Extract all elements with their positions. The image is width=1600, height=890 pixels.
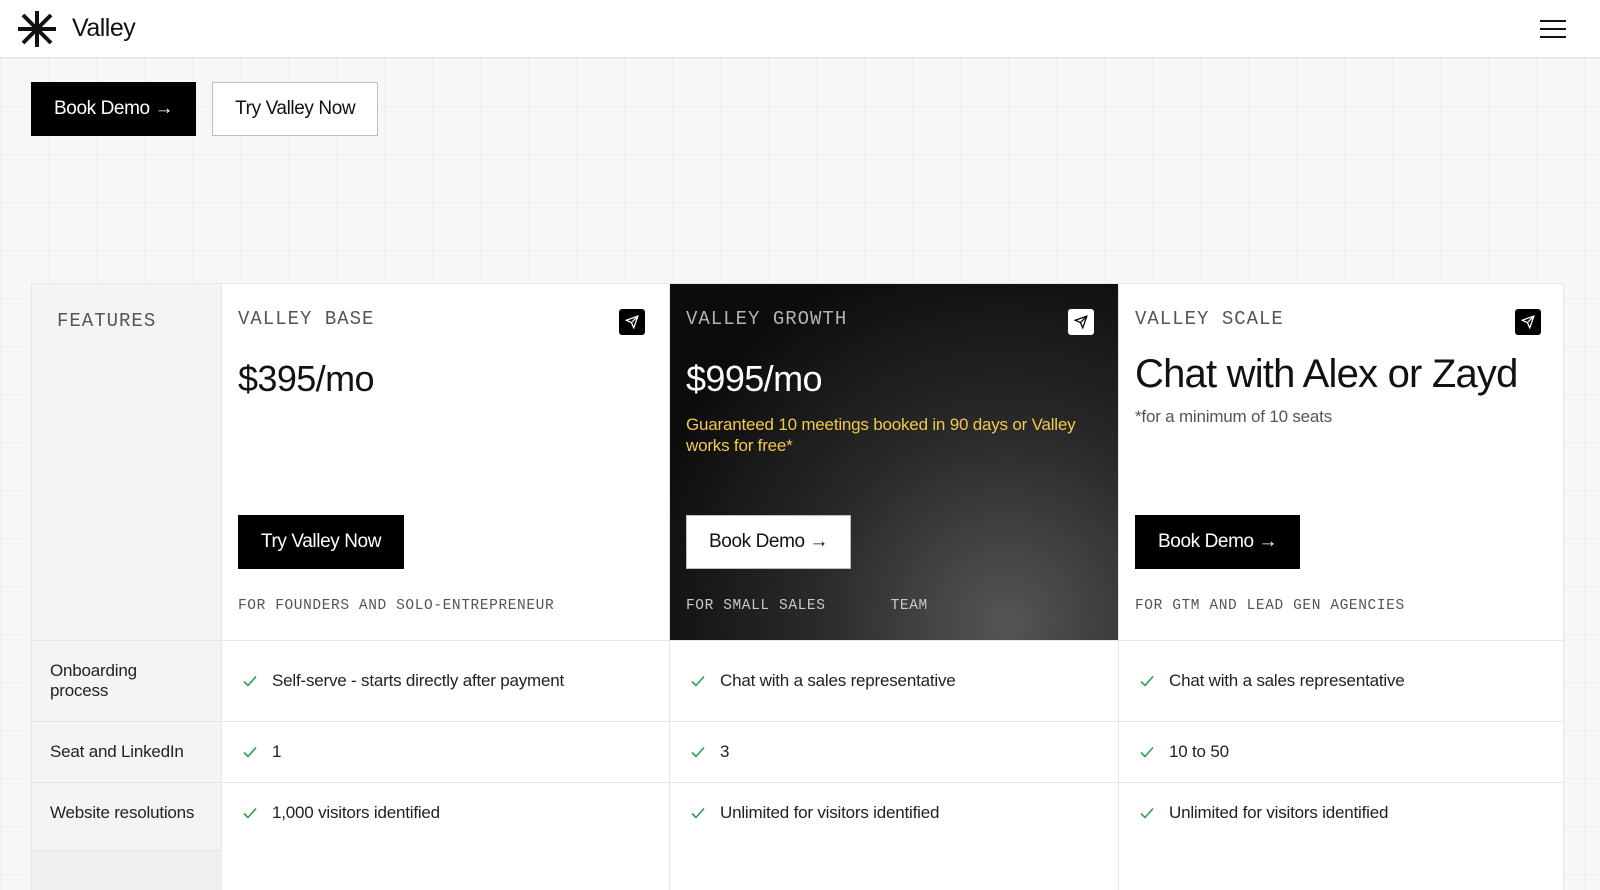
- table-cell: Unlimited for visitors identified: [1119, 803, 1388, 823]
- plan-name: VALLEY SCALE: [1135, 308, 1284, 330]
- try-valley-now-button[interactable]: Try Valley Now: [212, 82, 379, 136]
- table-row: Unlimited for visitors identified: [670, 782, 1118, 843]
- plan-header: VALLEY SCALE Chat with Alex or Zayd *for…: [1119, 284, 1565, 640]
- table-cell: 10 to 50: [1119, 742, 1229, 762]
- check-icon: [243, 807, 257, 819]
- check-icon: [243, 746, 257, 758]
- table-cell: 3: [670, 742, 729, 762]
- plan-header: VALLEY GROWTH $995/mo Guaranteed 10 meet…: [670, 284, 1118, 640]
- plan-name: VALLEY GROWTH: [686, 308, 848, 330]
- plan-price: $995/mo: [686, 358, 823, 399]
- try-valley-now-button[interactable]: Try Valley Now: [238, 515, 405, 569]
- top-navbar: Valley: [0, 0, 1600, 58]
- cell-value: 1,000 visitors identified: [272, 803, 440, 822]
- feature-row: Seat and LinkedIn: [32, 721, 221, 782]
- plan-price: Chat with Alex or Zayd: [1135, 352, 1518, 396]
- check-icon: [243, 675, 257, 687]
- plan-audience: FOR FOUNDERS AND SOLO-ENTREPRENEUR: [238, 598, 555, 614]
- check-icon: [691, 807, 705, 819]
- plan-name: VALLEY BASE: [238, 308, 375, 330]
- features-heading: FEATURES: [57, 310, 157, 332]
- features-column: FEATURES Onboarding process Seat and Lin…: [32, 284, 222, 890]
- feature-row: Website resolutions: [32, 782, 221, 843]
- feature-name: Seat and LinkedIn: [50, 742, 184, 761]
- plan-audience: FOR GTM AND LEAD GEN AGENCIES: [1135, 598, 1405, 614]
- table-cell: Chat with a sales representative: [1119, 671, 1405, 691]
- pricing-table: FEATURES Onboarding process Seat and Lin…: [31, 283, 1565, 890]
- cell-value: Chat with a sales representative: [720, 671, 956, 690]
- cell-value: 10 to 50: [1169, 742, 1229, 761]
- check-icon: [1140, 675, 1154, 687]
- table-cell: Chat with a sales representative: [670, 671, 956, 691]
- check-icon: [1140, 746, 1154, 758]
- book-demo-button[interactable]: Book Demo →: [686, 515, 852, 569]
- table-row: 10 to 50: [1119, 721, 1565, 782]
- plan-column-base: VALLEY BASE $395/mo Try Valley Now FOR F…: [222, 284, 670, 890]
- valley-logo-icon[interactable]: [16, 9, 58, 49]
- table-cell: Self-serve - starts directly after payme…: [222, 671, 564, 691]
- send-icon[interactable]: [1068, 309, 1094, 335]
- feature-name: Website resolutions: [50, 803, 195, 822]
- plan-column-scale: VALLEY SCALE Chat with Alex or Zayd *for…: [1119, 284, 1565, 890]
- plan-note: *for a minimum of 10 seats: [1135, 407, 1332, 426]
- feature-row: Onboarding process: [32, 640, 221, 721]
- table-row: Chat with a sales representative: [670, 640, 1118, 721]
- cell-value: 1: [272, 742, 282, 761]
- hamburger-menu-icon[interactable]: [1540, 18, 1568, 40]
- book-demo-button[interactable]: Book Demo →: [1135, 515, 1301, 569]
- plan-guarantee: Guaranteed 10 meetings booked in 90 days…: [686, 415, 1076, 455]
- cell-value: Self-serve - starts directly after payme…: [272, 671, 565, 690]
- cell-value: Unlimited for visitors identified: [1169, 803, 1389, 822]
- table-cell: Unlimited for visitors identified: [670, 803, 939, 823]
- check-icon: [691, 746, 705, 758]
- check-icon: [1140, 807, 1154, 819]
- plan-header: VALLEY BASE $395/mo Try Valley Now FOR F…: [222, 284, 669, 640]
- plan-column-growth: VALLEY GROWTH $995/mo Guaranteed 10 meet…: [670, 284, 1119, 890]
- book-demo-button[interactable]: Book Demo →: [31, 82, 197, 136]
- brand-name[interactable]: Valley: [72, 14, 136, 43]
- table-cell: 1: [222, 742, 281, 762]
- feature-row-cutoff: [32, 850, 222, 890]
- feature-name: Onboarding process: [50, 661, 137, 700]
- plan-audience: FOR SMALL SALES TEAM: [686, 598, 928, 614]
- cell-value: 3: [720, 742, 730, 761]
- hero-actions: Book Demo → Try Valley Now: [31, 82, 379, 136]
- table-row: Chat with a sales representative: [1119, 640, 1565, 721]
- plan-price: $395/mo: [238, 358, 375, 399]
- table-row: Unlimited for visitors identified: [1119, 782, 1565, 843]
- send-icon[interactable]: [619, 309, 645, 335]
- table-cell: 1,000 visitors identified: [222, 803, 440, 823]
- table-row: 3: [670, 721, 1118, 782]
- send-icon[interactable]: [1515, 309, 1541, 335]
- check-icon: [691, 675, 705, 687]
- table-row: 1: [222, 721, 669, 782]
- cell-value: Chat with a sales representative: [1169, 671, 1405, 690]
- table-row: 1,000 visitors identified: [222, 782, 669, 843]
- table-row: Self-serve - starts directly after payme…: [222, 640, 669, 721]
- cell-value: Unlimited for visitors identified: [720, 803, 940, 822]
